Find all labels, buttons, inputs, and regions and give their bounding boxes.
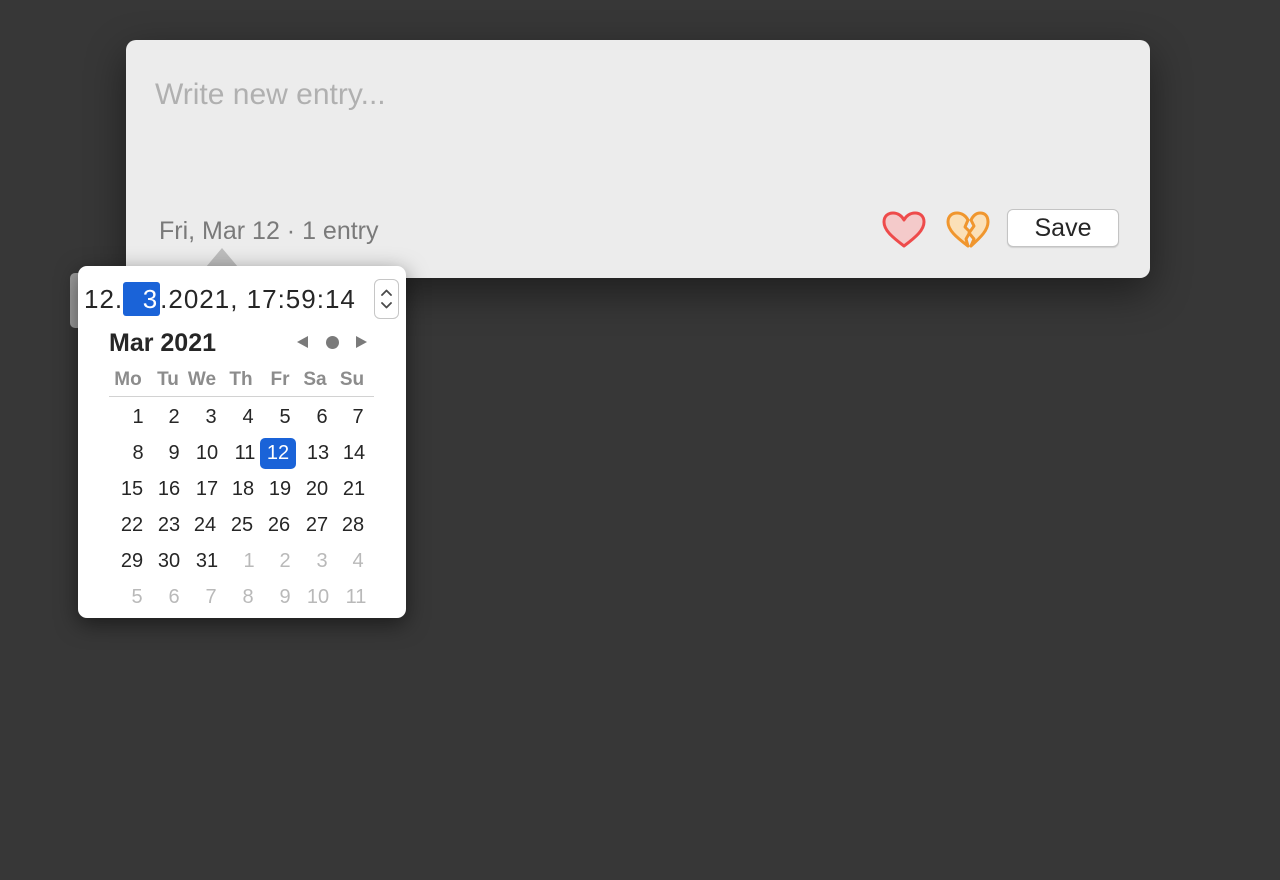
calendar-day[interactable]: 10 <box>189 438 225 469</box>
calendar-day-outside[interactable]: 11 <box>338 582 374 613</box>
calendar-day[interactable]: 15 <box>114 474 150 505</box>
calendar-day-outside[interactable]: 9 <box>267 582 303 613</box>
weekday-label: Sa <box>303 369 327 390</box>
calendar-day[interactable]: 28 <box>335 510 371 541</box>
broken-heart-icon <box>946 211 990 248</box>
calendar-day-selected[interactable]: 12 <box>260 438 296 469</box>
datetime-day-segment[interactable]: 12. <box>84 282 123 316</box>
calendar-day[interactable]: 6 <box>304 402 340 433</box>
weekday-label: Mo <box>114 369 142 390</box>
calendar-day-outside[interactable]: 3 <box>304 546 340 577</box>
calendar-day-outside[interactable]: 5 <box>119 582 155 613</box>
weekday-label: Su <box>339 369 365 390</box>
calendar-day[interactable]: 1 <box>120 402 156 433</box>
popover-arrow <box>206 248 238 267</box>
calendar-day-outside[interactable]: 4 <box>340 546 376 577</box>
weekday-header: Mo Tu We Th Fr Sa Su <box>109 368 374 397</box>
calendar-day[interactable]: 7 <box>340 402 376 433</box>
weekday-label: Fr <box>270 369 290 390</box>
calendar-day[interactable]: 11 <box>227 438 263 469</box>
calendar-day[interactable]: 26 <box>261 510 297 541</box>
calendar-day-outside[interactable]: 1 <box>231 546 267 577</box>
calendar-day[interactable]: 2 <box>156 402 192 433</box>
calendar-day[interactable]: 31 <box>189 546 225 577</box>
calendar-day[interactable]: 29 <box>114 546 150 577</box>
broken-heart-mood-button[interactable] <box>944 209 992 251</box>
calendar-day[interactable]: 19 <box>262 474 298 505</box>
calendar-day[interactable]: 24 <box>187 510 223 541</box>
datetime-stepper[interactable] <box>374 279 399 319</box>
month-title: Mar 2021 <box>109 329 217 357</box>
chevron-up-icon[interactable] <box>381 289 392 296</box>
calendar-day-outside[interactable]: 8 <box>230 582 266 613</box>
previous-month-button[interactable] <box>297 336 308 348</box>
calendar-day-outside[interactable]: 7 <box>193 582 229 613</box>
calendar-day[interactable]: 4 <box>230 402 266 433</box>
entry-text-input[interactable]: Write new entry... <box>155 78 386 112</box>
heart-icon <box>882 211 926 248</box>
datetime-field[interactable]: 12. 3.2021, 17:59:14 <box>84 282 356 316</box>
calendar-day[interactable]: 13 <box>300 438 336 469</box>
calendar-day[interactable]: 9 <box>156 438 192 469</box>
calendar-day[interactable]: 14 <box>336 438 372 469</box>
calendar-day-outside[interactable]: 10 <box>300 582 336 613</box>
calendar-day[interactable]: 8 <box>120 438 156 469</box>
calendar-day[interactable]: 25 <box>224 510 260 541</box>
calendar-day[interactable]: 3 <box>193 402 229 433</box>
calendar-day[interactable]: 20 <box>299 474 335 505</box>
love-mood-button[interactable] <box>880 209 928 251</box>
calendar-day[interactable]: 16 <box>151 474 187 505</box>
date-picker-popover: 12. 3.2021, 17:59:14 Mar 2021 Mo Tu We Th… <box>78 266 406 618</box>
calendar-day[interactable]: 5 <box>267 402 303 433</box>
datetime-month-segment[interactable]: 3 <box>123 282 161 316</box>
calendar-day-outside[interactable]: 6 <box>156 582 192 613</box>
calendar-day[interactable]: 22 <box>114 510 150 541</box>
calendar-day[interactable]: 21 <box>336 474 372 505</box>
weekday-label: We <box>187 369 217 390</box>
calendar-day[interactable]: 17 <box>189 474 225 505</box>
calendar-day[interactable]: 18 <box>225 474 261 505</box>
calendar-day-outside[interactable]: 2 <box>267 546 303 577</box>
calendar-day[interactable]: 23 <box>151 510 187 541</box>
calendar-day[interactable]: 30 <box>151 546 187 577</box>
next-month-button[interactable] <box>356 336 367 348</box>
chevron-down-icon[interactable] <box>381 302 392 309</box>
entry-composer: Write new entry... Fri, Mar 12 · 1 entry… <box>126 40 1150 278</box>
weekday-label: Th <box>229 369 253 390</box>
date-summary-button[interactable]: Fri, Mar 12 · 1 entry <box>159 216 379 246</box>
calendar-day[interactable]: 27 <box>299 510 335 541</box>
save-button[interactable]: Save <box>1007 209 1119 247</box>
today-button[interactable] <box>326 336 339 349</box>
datetime-year-time-segment[interactable]: .2021, 17:59:14 <box>160 282 356 316</box>
